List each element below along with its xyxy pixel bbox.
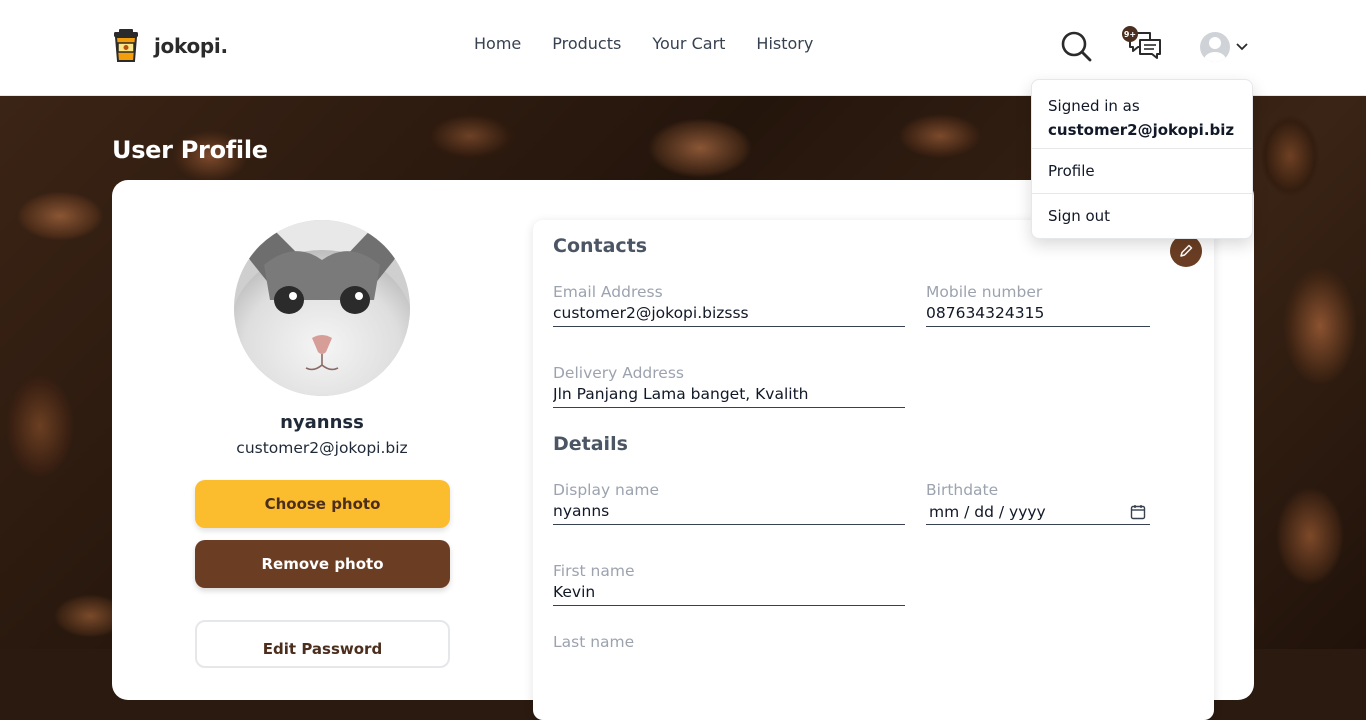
- notification-badge: 9+: [1122, 26, 1138, 42]
- email-label: Email Address: [553, 283, 663, 301]
- calendar-icon[interactable]: [1130, 504, 1146, 520]
- display-name-input[interactable]: nyanns: [553, 502, 905, 525]
- signed-in-label: Signed in as: [1048, 97, 1140, 115]
- nav-products[interactable]: Products: [552, 34, 621, 53]
- contacts-heading: Contacts: [553, 235, 648, 257]
- chevron-down-icon: [1236, 43, 1248, 51]
- birthdate-input[interactable]: mm / dd / yyyy: [926, 502, 1150, 525]
- menu-item-profile[interactable]: Profile: [1032, 149, 1252, 193]
- avatar: [1200, 32, 1230, 62]
- display-name-label: Display name: [553, 481, 660, 499]
- email-input[interactable]: customer2@jokopi.bizsss: [553, 304, 905, 327]
- signed-in-email: customer2@jokopi.biz: [1048, 121, 1235, 139]
- address-field: Delivery Address Jln Panjang Lama banget…: [553, 363, 905, 408]
- mobile-input[interactable]: 087634324315: [926, 304, 1150, 327]
- details-heading: Details: [553, 433, 628, 455]
- edit-password-button[interactable]: Edit Password: [195, 620, 450, 668]
- user-placeholder-icon: [1204, 37, 1226, 62]
- remove-photo-button[interactable]: Remove photo: [195, 540, 450, 588]
- profile-form: Contacts Email Address customer2@jokopi.…: [533, 220, 1214, 720]
- first-name-field: First name Kevin: [553, 561, 905, 606]
- chat-button[interactable]: 9+: [1122, 26, 1162, 66]
- birthdate-placeholder: mm / dd / yyyy: [929, 503, 1046, 521]
- brand-name: jokopi.: [154, 34, 228, 58]
- profile-username: nyannss: [280, 412, 364, 433]
- page-title: User Profile: [112, 136, 268, 164]
- address-label: Delivery Address: [553, 364, 684, 382]
- signed-in-info: Signed in as customer2@jokopi.biz: [1032, 80, 1252, 149]
- profile-photo: [234, 220, 410, 396]
- brand-logo[interactable]: jokopi.: [112, 28, 228, 64]
- email-field: Email Address customer2@jokopi.bizsss: [553, 282, 905, 327]
- main-nav: Home Products Your Cart History: [474, 34, 813, 53]
- nav-home[interactable]: Home: [474, 34, 521, 53]
- address-input[interactable]: Jln Panjang Lama banget, Kvalith: [553, 385, 905, 408]
- birthdate-label: Birthdate: [926, 481, 999, 499]
- coffee-cup-icon: [114, 29, 138, 62]
- menu-item-sign-out[interactable]: Sign out: [1032, 193, 1252, 238]
- first-name-label: First name: [553, 562, 635, 580]
- choose-photo-button[interactable]: Choose photo: [195, 480, 450, 528]
- last-name-field: Last name: [553, 632, 905, 652]
- user-menu-toggle[interactable]: [1200, 32, 1248, 62]
- search-icon: [1061, 31, 1092, 62]
- search-button[interactable]: [1060, 30, 1092, 66]
- nav-your-cart[interactable]: Your Cart: [652, 34, 725, 53]
- profile-card: nyannss customer2@jokopi.biz Choose phot…: [112, 180, 1254, 720]
- cat-photo-image: [234, 220, 410, 396]
- birthdate-field: Birthdate mm / dd / yyyy: [926, 480, 1150, 525]
- mobile-label: Mobile number: [926, 283, 1043, 301]
- mobile-field: Mobile number 087634324315: [926, 282, 1150, 327]
- nav-history[interactable]: History: [756, 34, 813, 53]
- display-name-field: Display name nyanns: [553, 480, 905, 525]
- pencil-icon: [1180, 244, 1193, 257]
- edit-profile-button[interactable]: [1170, 235, 1202, 267]
- first-name-input[interactable]: Kevin: [553, 583, 905, 606]
- last-name-label: Last name: [553, 633, 635, 651]
- user-dropdown-menu: Signed in as customer2@jokopi.biz Profil…: [1031, 79, 1253, 239]
- profile-email: customer2@jokopi.biz: [236, 439, 408, 457]
